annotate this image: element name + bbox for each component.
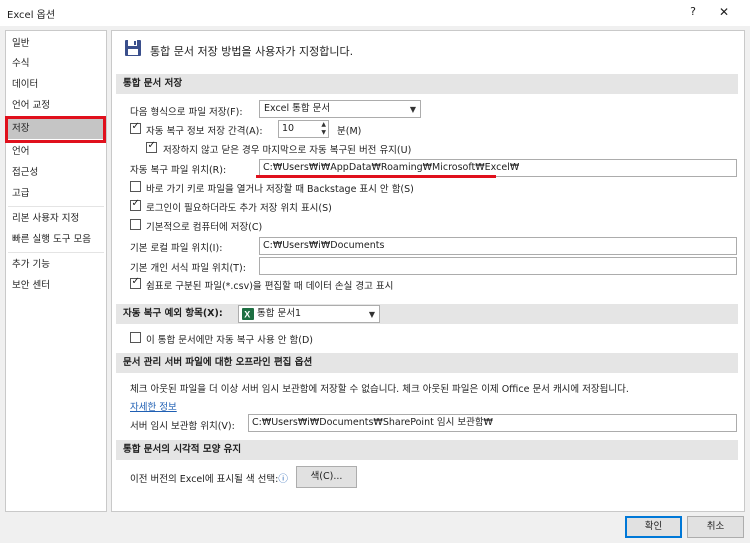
- sidebar-item-data[interactable]: 데이터: [6, 75, 106, 95]
- keep-last-autosaved-checkbox[interactable]: [146, 140, 157, 153]
- sidebar-item-advanced[interactable]: 고급: [6, 184, 106, 204]
- sidebar-item-general[interactable]: 일반: [6, 34, 106, 54]
- page-header: 통합 문서 저장 방법을 사용자가 지정합니다.: [150, 45, 354, 58]
- colors-label-text: 이전 버전의 Excel에 표시될 색 선택:: [130, 474, 279, 485]
- save-to-computer-label: 기본적으로 컴퓨터에 저장(C): [146, 222, 263, 233]
- section-save-workbooks: 통합 문서 저장: [116, 74, 738, 94]
- csv-warning-label: 쉼표로 구분된 파일(*.csv)을 편집할 때 데이터 손실 경고 표시: [146, 281, 394, 292]
- sidebar-nav: 일반 수식 데이터 언어 교정 저장 언어 접근성 고급 리본 사용자 지정 빠…: [5, 30, 107, 512]
- sidebar-divider: [8, 206, 104, 207]
- save-to-computer-checkbox[interactable]: [130, 219, 141, 230]
- excel-options-dialog: Excel 옵션 ? ✕ 일반 수식 데이터 언어 교정 저장 언어 접근성 고…: [0, 0, 750, 543]
- svg-text:X: X: [244, 310, 250, 320]
- autorecover-location-label: 자동 복구 파일 위치(R):: [130, 165, 227, 176]
- sidebar-item-customize-ribbon[interactable]: 리본 사용자 지정: [6, 209, 106, 229]
- autorecover-workbook-value: 통합 문서1: [257, 308, 302, 319]
- spin-down-icon[interactable]: ▼: [321, 129, 326, 137]
- more-locations-checkbox[interactable]: [130, 198, 141, 211]
- sidebar-item-trust-center[interactable]: 보안 센터: [6, 276, 106, 296]
- section-visual-appearance: 통합 문서의 시각적 모양 유지: [116, 440, 738, 460]
- title-bar: Excel 옵션 ? ✕: [0, 0, 750, 26]
- autorecover-label: 자동 복구 정보 저장 간격(A):: [146, 126, 263, 137]
- backstage-label: 바로 가기 키로 파일을 열거나 저장할 때 Backstage 표시 안 함(…: [146, 184, 414, 195]
- sidebar-item-add-ins[interactable]: 추가 기능: [6, 255, 106, 275]
- autorecover-checkbox[interactable]: [130, 121, 141, 134]
- sidebar-divider: [8, 252, 104, 253]
- server-drafts-location-label: 서버 임시 보관함 위치(V):: [130, 421, 235, 432]
- disable-autorecover-label: 이 통합 문서에만 자동 복구 사용 안 함(D): [146, 335, 313, 346]
- help-button[interactable]: ?: [683, 3, 703, 21]
- keep-last-autosaved-label: 저장하지 않고 닫은 경우 마지막으로 자동 복구된 버전 유지(U): [163, 145, 412, 156]
- colors-label: 이전 버전의 Excel에 표시될 색 선택:ⓘ: [130, 471, 288, 485]
- chevron-down-icon: ▼: [409, 105, 416, 114]
- autorecover-minutes-input[interactable]: 10 ▲ ▼: [278, 120, 329, 138]
- colors-button[interactable]: 색(C)...: [296, 466, 357, 488]
- save-format-label: 다음 형식으로 파일 저장(F):: [130, 107, 243, 118]
- more-locations-label: 로그인이 필요하더라도 추가 저장 위치 표시(S): [146, 203, 332, 214]
- sidebar-item-formulas[interactable]: 수식: [6, 54, 106, 74]
- info-icon: ⓘ: [278, 474, 288, 485]
- section-autorecover-exceptions: 자동 복구 예외 항목(X):: [116, 304, 738, 324]
- autorecover-minutes-value: 10: [282, 123, 295, 134]
- default-local-location-input[interactable]: C:₩Users₩i₩Documents: [259, 237, 737, 255]
- sidebar-item-quick-access-toolbar[interactable]: 빠른 실행 도구 모음: [6, 230, 106, 250]
- sidebar-item-proofing[interactable]: 언어 교정: [6, 96, 106, 116]
- disable-autorecover-checkbox[interactable]: [130, 332, 141, 343]
- backstage-checkbox[interactable]: [130, 181, 141, 192]
- window-title: Excel 옵션: [7, 10, 56, 21]
- cancel-button[interactable]: 취소: [687, 516, 744, 538]
- personal-template-location-input[interactable]: [259, 257, 737, 275]
- default-local-location-label: 기본 로컬 파일 위치(I):: [130, 243, 223, 254]
- save-format-value: Excel 통합 문서: [264, 103, 331, 114]
- spin-up-icon[interactable]: ▲: [321, 121, 326, 129]
- floppy-disk-icon: [125, 40, 141, 56]
- csv-warning-checkbox[interactable]: [130, 276, 141, 289]
- sidebar-item-language[interactable]: 언어: [6, 142, 106, 162]
- autorecover-exceptions-label: 자동 복구 예외 항목(X):: [123, 308, 223, 319]
- section-offline-editing: 문서 관리 서버 파일에 대한 오프라인 편집 옵션: [116, 353, 738, 373]
- save-format-select[interactable]: Excel 통합 문서 ▼: [259, 100, 421, 118]
- save-options-panel: 통합 문서 저장 방법을 사용자가 지정합니다. 통합 문서 저장 다음 형식으…: [111, 30, 745, 512]
- minutes-unit-label: 분(M): [337, 126, 362, 137]
- offline-description: 체크 아웃된 파일을 더 이상 서버 임시 보관함에 저장할 수 없습니다. 체…: [130, 384, 629, 395]
- personal-template-location-label: 기본 개인 서식 파일 위치(T):: [130, 263, 246, 274]
- ok-button[interactable]: 확인: [625, 516, 682, 538]
- excel-workbook-icon: X: [242, 308, 254, 320]
- sidebar-item-accessibility[interactable]: 접근성: [6, 163, 106, 183]
- close-button[interactable]: ✕: [713, 3, 735, 21]
- chevron-down-icon: ▼: [368, 310, 375, 319]
- autorecover-workbook-select[interactable]: X 통합 문서1 ▼: [238, 305, 380, 323]
- highlight-box: [5, 116, 106, 143]
- highlight-underline: [256, 175, 496, 178]
- server-drafts-location-input[interactable]: C:₩Users₩i₩Documents₩SharePoint 임시 보관함₩: [248, 414, 737, 432]
- learn-more-link[interactable]: 자세한 정보: [130, 399, 177, 413]
